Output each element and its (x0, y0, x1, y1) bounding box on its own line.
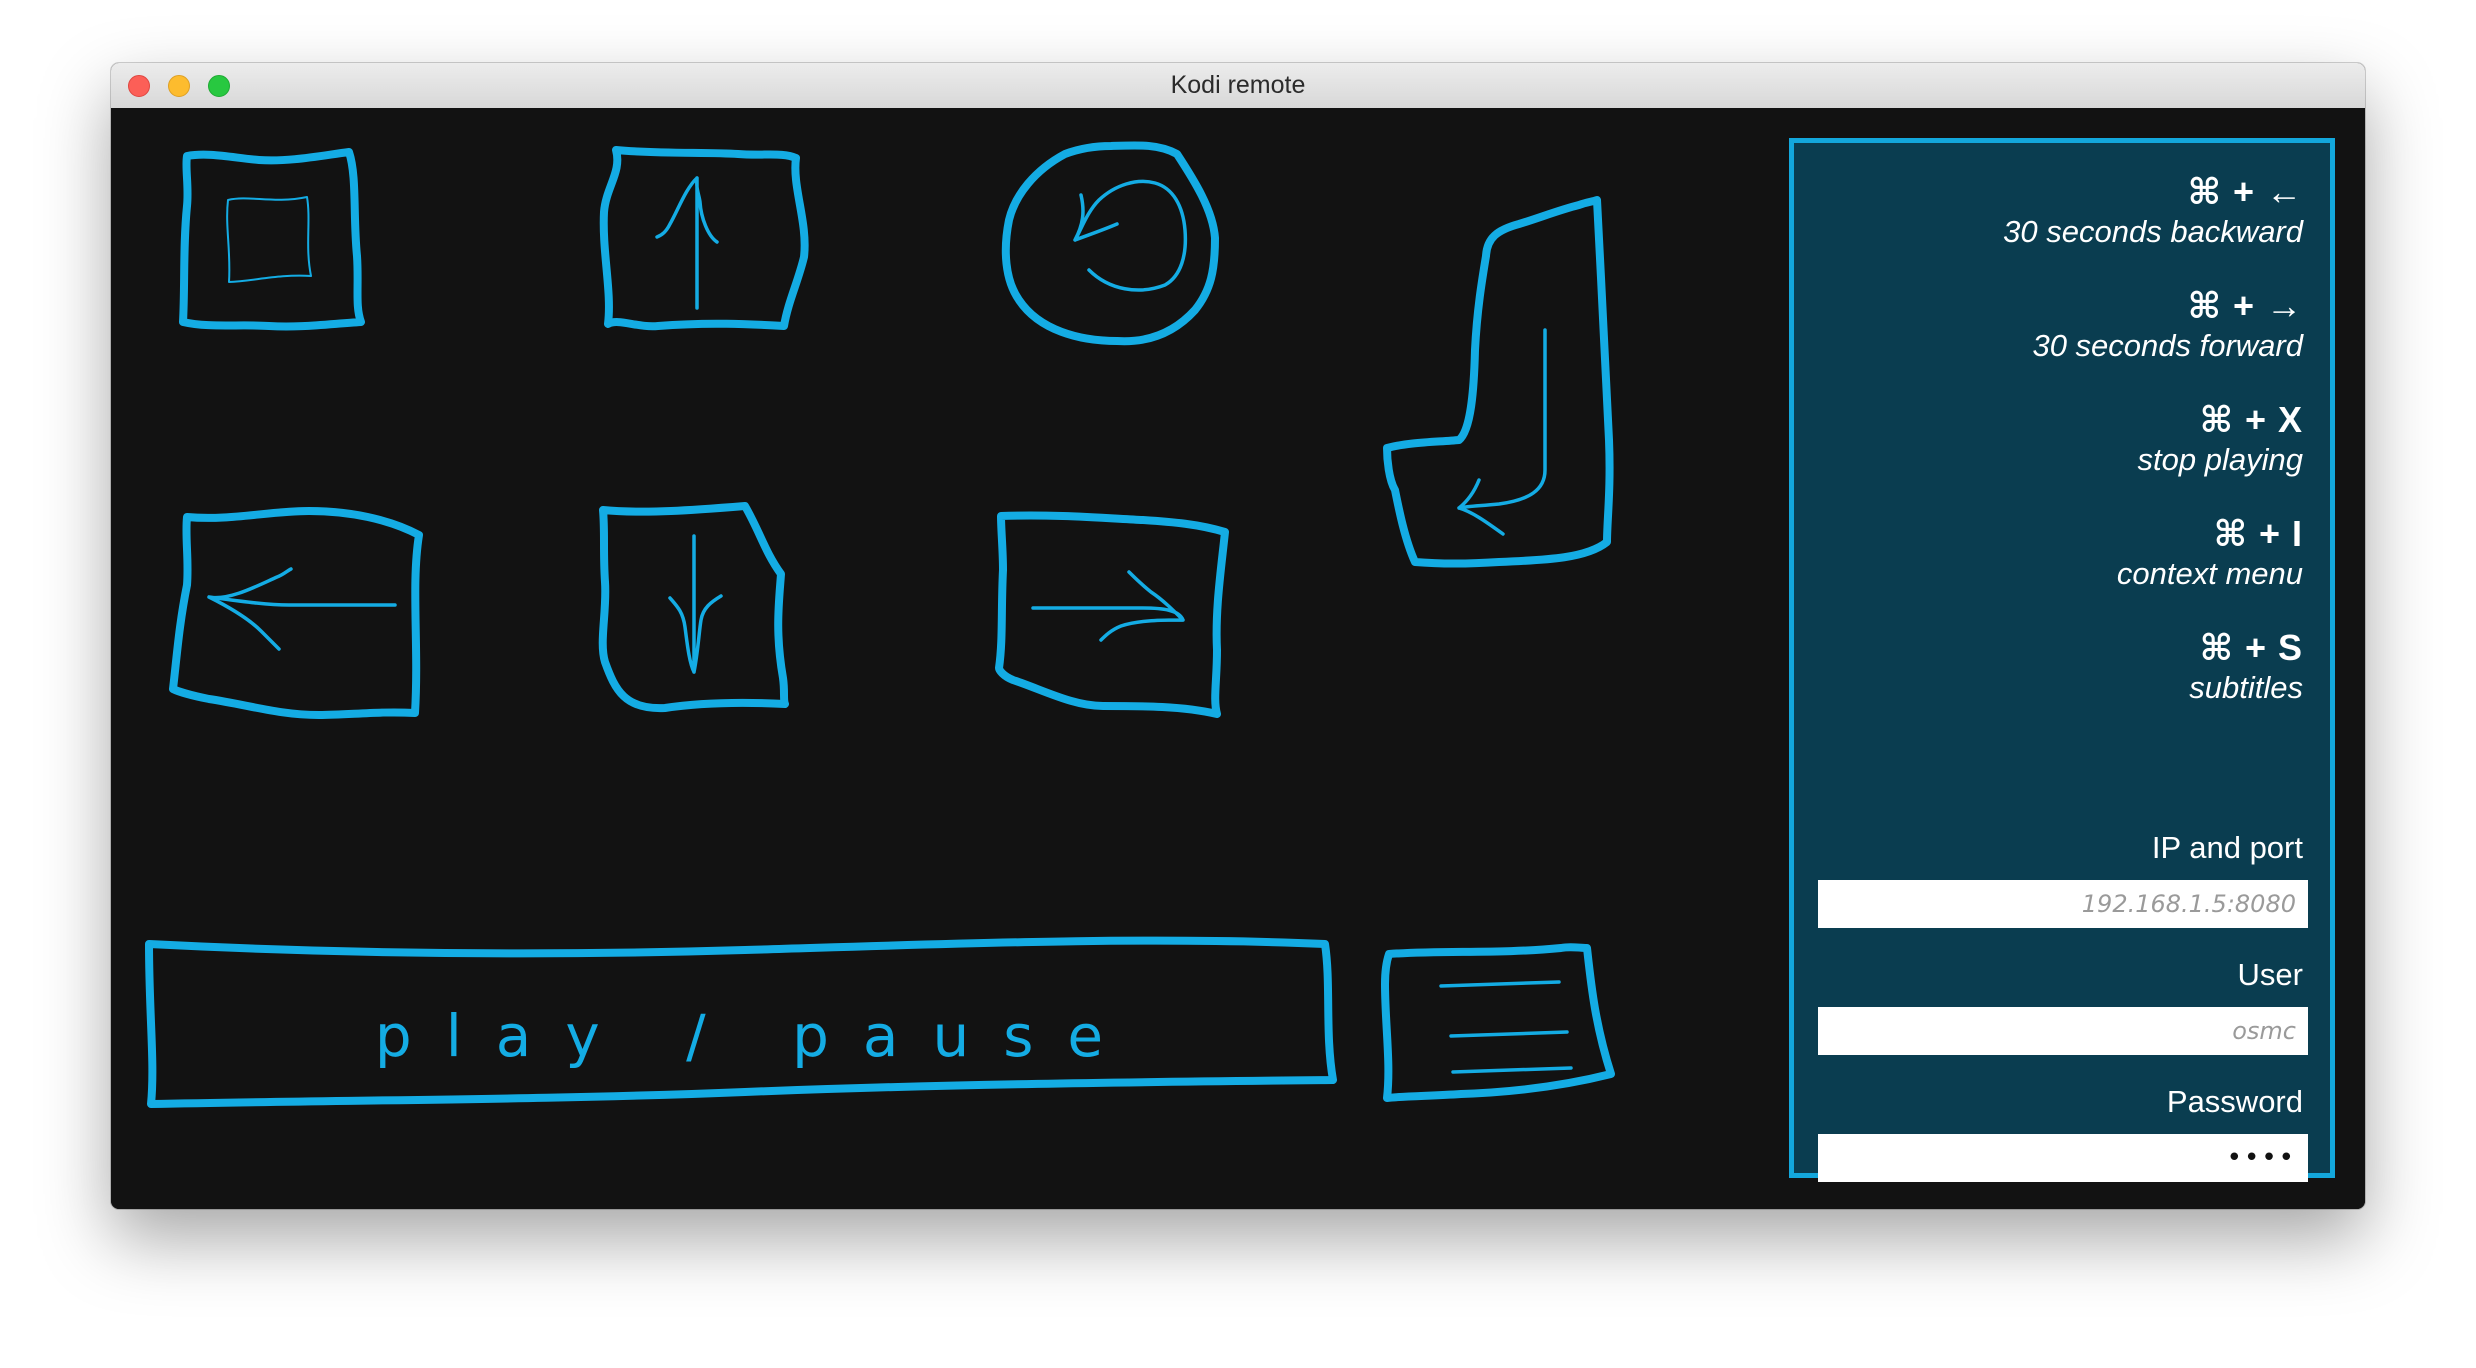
down-button[interactable] (595, 502, 809, 714)
shortcut-keys: ⌘ + S (2199, 627, 2303, 668)
ip-label: IP and port (2151, 830, 2303, 865)
shortcuts-panel: ⌘ + ← 30 seconds backward ⌘ + → 30 secon… (1789, 138, 2335, 1182)
shortcut-description: 30 seconds backward (2003, 214, 2303, 249)
shortcut-item: ⌘ + ← 30 seconds backward (1818, 171, 2303, 285)
stop-icon (179, 148, 365, 331)
back-button[interactable] (999, 140, 1223, 348)
shortcut-keys: ⌘ + I (2213, 513, 2303, 554)
shortcut-item: ⌘ + S subtitles (1818, 627, 2303, 735)
arrow-up-icon (599, 146, 809, 331)
stop-button[interactable] (179, 146, 365, 331)
password-field-group: Password (1818, 1083, 2308, 1182)
remote-controls: play / pause (111, 108, 1771, 1209)
shortcut-description: 30 seconds forward (2032, 328, 2303, 363)
ip-port-input[interactable] (1818, 880, 2308, 928)
main-content: play / pause ⌘ + ← 30 seconds backward ⌘… (111, 108, 2365, 1209)
shortcut-keys: ⌘ + → (2187, 285, 2303, 326)
shortcut-item: ⌘ + X stop playing (1818, 399, 2303, 513)
password-input[interactable] (1818, 1134, 2308, 1182)
shortcut-description: context menu (2116, 556, 2303, 591)
window-title: Kodi remote (1170, 71, 1306, 99)
enter-button[interactable] (1379, 190, 1635, 574)
shortcut-item: ⌘ + I context menu (1818, 513, 2303, 627)
enter-return-icon (1383, 196, 1614, 568)
arrow-down-icon (598, 502, 789, 713)
play-pause-label: play / pause (374, 1002, 1138, 1070)
shortcut-description: subtitles (2189, 670, 2303, 705)
back-circle-icon (1001, 141, 1219, 346)
app-window: Kodi remote play / pause ⌘ + ← 30 second… (111, 63, 2365, 1209)
right-button[interactable] (993, 510, 1233, 718)
arrow-right-icon (995, 511, 1229, 718)
shortcut-keys: ⌘ + ← (2187, 171, 2303, 212)
panel-spacer (1818, 735, 2303, 829)
title-bar[interactable]: Kodi remote (111, 63, 2365, 109)
shortcut-description: stop playing (2137, 442, 2303, 477)
password-label: Password (2166, 1084, 2303, 1119)
shortcut-item: ⌘ + → 30 seconds forward (1818, 285, 2303, 399)
arrow-left-icon (169, 507, 423, 719)
play-pause-button[interactable]: play / pause (145, 934, 1337, 1114)
up-button[interactable] (598, 142, 810, 334)
shortcut-keys: ⌘ + X (2199, 399, 2303, 440)
ip-field-group: IP and port (1818, 829, 2308, 928)
user-label: User (2237, 957, 2303, 992)
user-input[interactable] (1818, 1007, 2308, 1055)
menu-button[interactable] (1381, 943, 1617, 1106)
user-field-group: User (1818, 956, 2308, 1055)
left-button[interactable] (169, 505, 426, 722)
hamburger-menu-icon (1381, 943, 1615, 1102)
